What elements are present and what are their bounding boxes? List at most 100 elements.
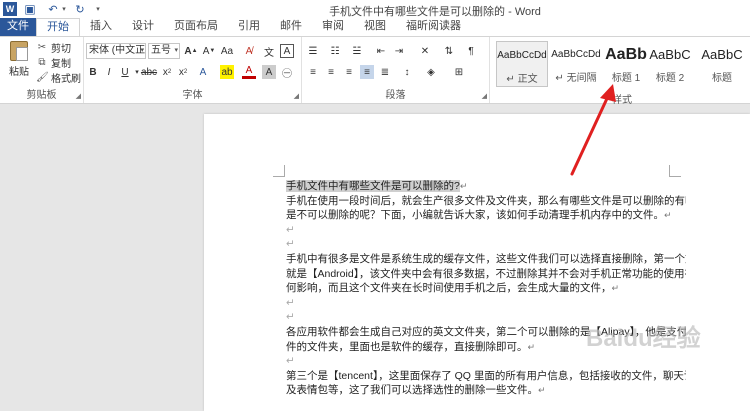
justify-icon[interactable]: ≡ — [360, 65, 374, 79]
copy-button[interactable]: ⧉ 复制 — [36, 55, 71, 70]
styles-gallery: AaBbCcDd ↵ 正文 AaBbCcDd ↵ 无间隔 AaBb 标题 1 A… — [494, 39, 750, 106]
style-normal[interactable]: AaBbCcDd ↵ 正文 — [496, 41, 548, 87]
crop-mark-top-left — [273, 165, 285, 177]
bold-icon[interactable]: B — [86, 65, 100, 79]
style-normal-name: ↵ 正文 — [506, 74, 538, 85]
tab-file[interactable]: 文件 — [0, 18, 36, 36]
style-no-spacing-sample: AaBbCcDd — [551, 49, 601, 60]
font-launcher-icon[interactable]: ◢ — [294, 92, 299, 100]
phonetic-guide-icon[interactable]: 文 — [262, 44, 276, 59]
tab-page-layout[interactable]: 页面布局 — [164, 18, 228, 36]
paste-label: 粘贴 — [9, 67, 29, 78]
style-no-spacing-name: ↵ 无间隔 — [555, 73, 597, 84]
font-group: 宋体 (中文正 ▾ 五号 ▾ A ▲ A ▼ Aa A̸ 文 A B I U ▾ a… — [84, 37, 302, 103]
font-group-label: 字体 — [182, 90, 203, 101]
align-right-icon[interactable]: ≡ — [342, 65, 356, 79]
doc-line[interactable]: ↵ — [286, 237, 686, 252]
doc-line[interactable]: ↵ — [286, 354, 686, 369]
crop-mark-top-right — [669, 165, 681, 177]
brush-icon: 🖌 — [36, 71, 49, 83]
doc-line[interactable]: ↵ — [286, 296, 686, 311]
style-heading-2-name: 标题 2 — [655, 73, 685, 84]
italic-icon[interactable]: I — [102, 65, 116, 79]
character-shading-icon[interactable]: A — [262, 65, 276, 79]
sort-icon[interactable]: ⇅ — [442, 44, 456, 58]
style-title-name: 标题 — [712, 73, 732, 84]
tab-references[interactable]: 引用 — [228, 18, 270, 36]
style-no-spacing[interactable]: AaBbCcDd ↵ 无间隔 — [550, 41, 602, 87]
increase-indent-icon[interactable]: ⇥ — [392, 44, 406, 58]
paste-button[interactable]: 粘贴 — [6, 41, 32, 85]
copy-icon: ⧉ — [38, 56, 46, 68]
highlight-icon[interactable]: ab — [220, 65, 234, 79]
subscript-icon[interactable]: x2 — [160, 65, 174, 79]
chinese-layout-icon[interactable]: ✕ — [418, 44, 432, 58]
enclose-characters-icon[interactable]: ㊀ — [280, 65, 294, 80]
window-title: 手机文件中有哪些文件是可以删除的 - Word — [329, 6, 541, 18]
style-title[interactable]: AaBbC 标题 — [696, 41, 748, 87]
tab-view[interactable]: 视图 — [354, 18, 396, 36]
change-case-icon[interactable]: Aa — [220, 44, 234, 58]
clipboard-launcher-icon[interactable]: ◢ — [76, 92, 81, 100]
text-effects-icon[interactable]: A — [196, 65, 210, 79]
superscript-icon[interactable]: x2 — [176, 65, 190, 79]
font-name-select[interactable]: 宋体 (中文正 ▾ — [86, 43, 146, 59]
tab-design[interactable]: 设计 — [122, 18, 164, 36]
borders-icon[interactable]: ⊞ — [452, 65, 466, 79]
strikethrough-icon[interactable]: abc — [141, 65, 157, 79]
doc-line[interactable]: ↵ — [286, 223, 686, 238]
line-spacing-icon[interactable]: ↕ — [400, 65, 414, 79]
doc-line[interactable]: 手机在使用一段时间后，就会生产很多文件及文件夹，那么有哪些文件是可以删除的有哪些 — [286, 194, 686, 209]
decrease-indent-icon[interactable]: ⇤ — [374, 44, 388, 58]
word-window: W ▣ ↶ ▾ ↻ ▾ 手机文件中有哪些文件是可以删除的 - Word 文件 开… — [0, 0, 750, 411]
doc-line[interactable]: 及表情包等，这了我们可以选择选性的删除一些文件。↵ — [286, 383, 686, 398]
font-size-select[interactable]: 五号 ▾ — [148, 43, 180, 59]
tab-review[interactable]: 审阅 — [312, 18, 354, 36]
ribbon-tabs: 文件 开始 插入 设计 页面布局 引用 邮件 审阅 视图 福昕阅读器 — [0, 18, 750, 37]
doc-line[interactable]: 第三个是【tencent】，这里面保存了 QQ 里面的所有用户信息，包括接收的文… — [286, 369, 686, 384]
document-body[interactable]: 手机文件中有哪些文件是可以删除的?↵ 手机在使用一段时间后，就会生产很多文件及文… — [286, 179, 686, 398]
style-heading-2-sample: AaBbC — [649, 47, 691, 62]
multilevel-list-icon[interactable]: ☱ — [350, 44, 364, 58]
style-normal-sample: AaBbCcDd — [497, 50, 547, 61]
cut-button[interactable]: ✂ 剪切 — [36, 40, 71, 55]
copy-label: 复制 — [51, 58, 71, 70]
tab-home[interactable]: 开始 — [36, 18, 80, 37]
font-color-icon[interactable]: A — [242, 65, 256, 79]
numbering-icon[interactable]: ☷ — [328, 44, 342, 58]
show-marks-icon[interactable]: ¶ — [464, 44, 478, 58]
ribbon: 粘贴 ✂ 剪切 ⧉ 复制 🖌 格式刷 剪贴板 ◢ 宋体 (中文正 ▾ 五号 ▾ … — [0, 36, 750, 106]
bullets-icon[interactable]: ☰ — [306, 44, 320, 58]
font-size-value: 五号 — [151, 45, 171, 56]
shading-icon[interactable]: ◈ — [424, 65, 438, 79]
document-page[interactable]: 手机文件中有哪些文件是可以删除的?↵ 手机在使用一段时间后，就会生产很多文件及文… — [204, 114, 750, 411]
tab-insert[interactable]: 插入 — [80, 18, 122, 36]
align-left-icon[interactable]: ≡ — [306, 65, 320, 79]
document-heading[interactable]: 手机文件中有哪些文件是可以删除的?↵ — [286, 179, 686, 194]
shrink-font-icon[interactable]: A ▼ — [202, 44, 216, 58]
paragraph-launcher-icon[interactable]: ◢ — [482, 92, 487, 100]
format-painter-button[interactable]: 🖌 格式刷 — [36, 70, 81, 85]
font-name-value: 宋体 (中文正 — [89, 45, 146, 56]
format-painter-label: 格式刷 — [51, 73, 81, 85]
character-border-icon[interactable]: A — [280, 44, 294, 58]
distributed-icon[interactable]: ≣ — [378, 65, 392, 79]
tab-foxit-reader[interactable]: 福昕阅读器 — [396, 18, 471, 36]
font-size-dropdown-icon: ▾ — [174, 47, 178, 54]
font-name-dropdown-icon: ▾ — [140, 47, 144, 54]
watermark: Baidu经验 — [586, 325, 701, 352]
title-bar: W ▣ ↶ ▾ ↻ ▾ 手机文件中有哪些文件是可以删除的 - Word — [0, 0, 750, 18]
doc-line[interactable]: 是不可以删除的呢？下面，小编就告诉大家，该如何手动清理手机内存中的文件。↵ — [286, 208, 686, 223]
style-heading-2[interactable]: AaBbC 标题 2 — [644, 41, 696, 87]
grow-font-icon[interactable]: A ▲ — [184, 44, 198, 58]
document-area[interactable]: 手机文件中有哪些文件是可以删除的?↵ 手机在使用一段时间后，就会生产很多文件及文… — [0, 104, 750, 411]
doc-line[interactable]: 就是【Android】，该文件夹中会有很多数据，不过删除其并不会对手机正常功能的… — [286, 267, 686, 282]
style-title-sample: AaBbC — [701, 47, 743, 62]
align-center-icon[interactable]: ≡ — [324, 65, 338, 79]
tab-mailings[interactable]: 邮件 — [270, 18, 312, 36]
clear-formatting-icon[interactable]: A̸ — [242, 44, 256, 58]
paragraph-group: ☰ ☷ ☱ ⇤ ⇥ ✕ ⇅ ¶ ≡ ≡ ≡ ≡ ≣ ↕ ◈ ⊞ 段落 ◢ — [302, 37, 490, 103]
doc-line[interactable]: 何影响，而且这个文件夹在长时间使用手机之后，会生成大量的文件，↵ — [286, 281, 686, 296]
doc-line[interactable]: 手机中有很多是文件是系统生成的缓存文件，这些文件我们可以选择直接删除，第一个文件 — [286, 252, 686, 267]
clipboard-group-label: 剪贴板 — [26, 90, 57, 101]
